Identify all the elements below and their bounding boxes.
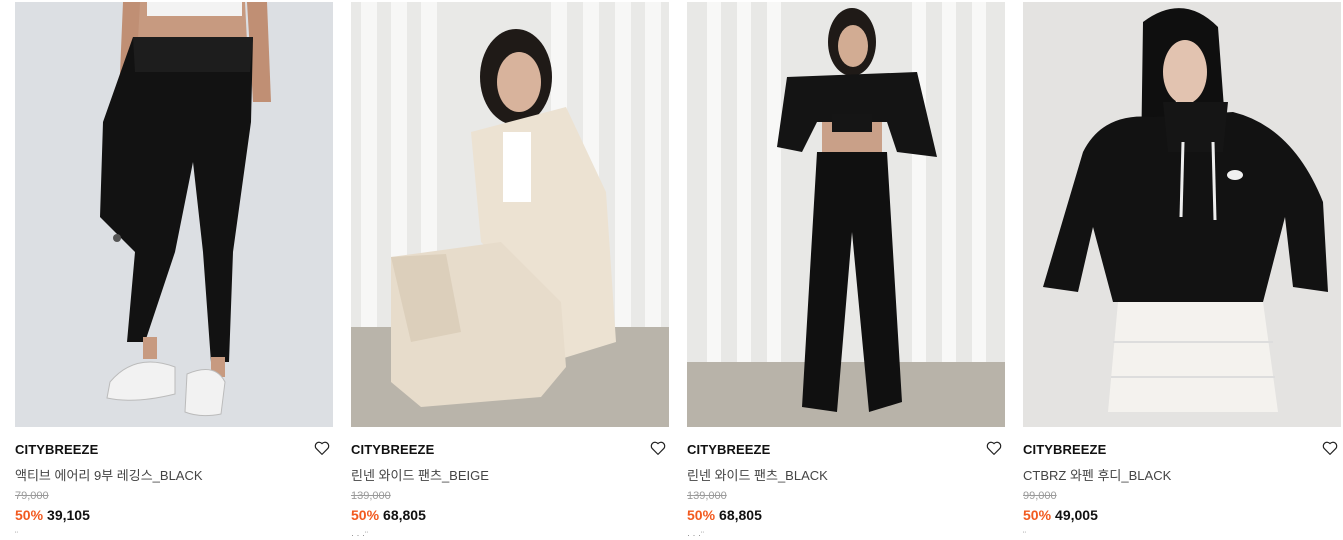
original-price: 79,000: [15, 490, 49, 502]
product-name[interactable]: 린넨 와이드 팬츠_BLACK: [687, 465, 828, 484]
discount-rate: 50%: [1023, 507, 1052, 523]
product-grid: CITYBREEZE 액티브 에어리 9부 레깅스_BLACK 79,000 5…: [0, 0, 1343, 540]
heart-outline-icon[interactable]: [1321, 439, 1341, 459]
product-image[interactable]: [687, 2, 1005, 427]
product-photo-hoodie: [1023, 2, 1341, 427]
dots-icon: · · ·¨: [351, 530, 368, 540]
dots-icon: · · ·¨: [687, 530, 704, 540]
sale-price: 68,805: [383, 507, 426, 523]
product-photo-leggings: [15, 2, 333, 427]
discount-rate: 50%: [351, 507, 380, 523]
heart-outline-icon[interactable]: [649, 439, 669, 459]
product-image[interactable]: [15, 2, 333, 427]
brand-name[interactable]: CITYBREEZE: [15, 442, 98, 457]
discount-rate: 50%: [687, 507, 716, 523]
heart-outline-icon[interactable]: [313, 439, 333, 459]
sale-price: 68,805: [719, 507, 762, 523]
original-price: 99,000: [1023, 490, 1057, 502]
brand-name[interactable]: CITYBREEZE: [687, 442, 770, 457]
product-name[interactable]: 린넨 와이드 팬츠_BEIGE: [351, 465, 489, 484]
sale-price: 49,005: [1055, 507, 1098, 523]
price-line: 50% 68,805: [351, 507, 426, 523]
price-line: 50% 49,005: [1023, 507, 1098, 523]
product-card[interactable]: CITYBREEZE 린넨 와이드 팬츠_BLACK 139,000 50% 68…: [687, 2, 1005, 540]
brand-name[interactable]: CITYBREEZE: [1023, 442, 1106, 457]
product-card[interactable]: CITYBREEZE CTBRZ 와펜 후디_BLACK 99,000 50% 4…: [1023, 2, 1341, 540]
product-card[interactable]: CITYBREEZE 린넨 와이드 팬츠_BEIGE 139,000 50% 68…: [351, 2, 669, 540]
product-name[interactable]: CTBRZ 와펜 후디_BLACK: [1023, 465, 1171, 484]
original-price: 139,000: [351, 490, 391, 502]
price-line: 50% 68,805: [687, 507, 762, 523]
heart-outline-icon[interactable]: [985, 439, 1005, 459]
original-price: 139,000: [687, 490, 727, 502]
product-image[interactable]: [1023, 2, 1341, 427]
dots-icon: ¨: [15, 530, 18, 540]
product-photo-beige-suit: [351, 2, 669, 427]
product-photo-black-set: [687, 2, 1005, 427]
product-image[interactable]: [351, 2, 669, 427]
brand-name[interactable]: CITYBREEZE: [351, 442, 434, 457]
product-card[interactable]: CITYBREEZE 액티브 에어리 9부 레깅스_BLACK 79,000 5…: [15, 2, 333, 540]
dots-icon: ¨: [1023, 530, 1026, 540]
discount-rate: 50%: [15, 507, 44, 523]
price-line: 50% 39,105: [15, 507, 90, 523]
sale-price: 39,105: [47, 507, 90, 523]
product-name[interactable]: 액티브 에어리 9부 레깅스_BLACK: [15, 465, 203, 484]
